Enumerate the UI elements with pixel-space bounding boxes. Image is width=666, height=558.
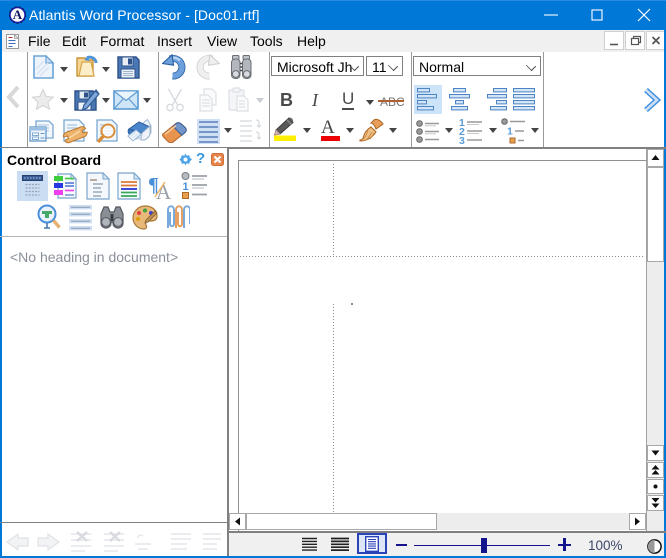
svg-text:1: 1 bbox=[507, 126, 513, 138]
svg-text:A: A bbox=[13, 7, 23, 22]
svg-text:1: 1 bbox=[183, 181, 189, 193]
svg-text:3: 3 bbox=[459, 135, 465, 144]
